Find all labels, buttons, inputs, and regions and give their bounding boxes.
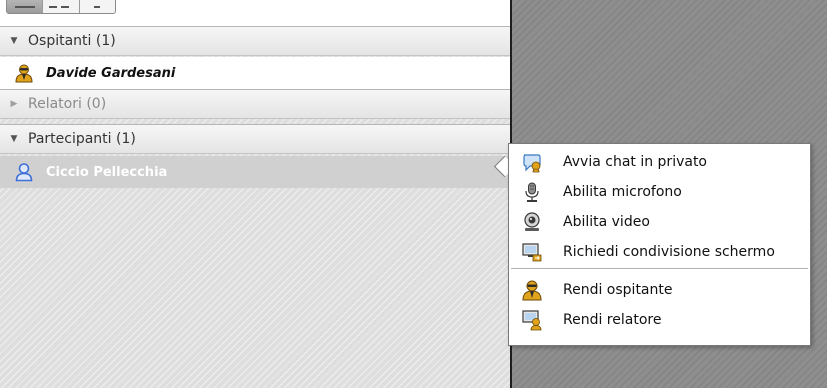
participant-user-icon: [15, 163, 33, 182]
group-label-presenters: Relatori (0): [28, 96, 107, 112]
user-name: Ciccio Pellecchia: [46, 164, 168, 180]
context-menu: Avvia chat in privato Abilita microfono …: [508, 143, 811, 346]
menu-item-label: Rendi relatore: [563, 312, 662, 328]
menu-item-label: Rendi ospitante: [563, 282, 673, 298]
group-header-hosts[interactable]: ▼ Ospitanti (1): [0, 26, 510, 56]
menu-item-label: Abilita video: [563, 214, 650, 230]
menu-item-make-host[interactable]: Rendi ospitante: [509, 275, 810, 305]
menu-item-label: Avvia chat in privato: [563, 154, 707, 170]
expand-triangle-icon[interactable]: ▼: [0, 36, 28, 46]
presenter-icon: [522, 310, 542, 331]
view-toggle: [6, 0, 116, 14]
menu-item-make-presenter[interactable]: Rendi relatore: [509, 305, 810, 335]
chat-bubble-icon: [523, 154, 541, 173]
group-label-hosts: Ospitanti (1): [28, 33, 116, 49]
host-user-icon: [15, 64, 33, 83]
host-user-icon: [522, 280, 542, 301]
microphone-icon: [525, 182, 539, 202]
view-list-button[interactable]: [7, 0, 44, 13]
webcam-icon: [524, 212, 540, 231]
group-label-participants: Partecipanti (1): [28, 131, 136, 147]
menu-item-enable-microphone[interactable]: Abilita microfono: [509, 177, 810, 207]
collapse-triangle-icon[interactable]: ▶: [0, 99, 28, 109]
user-name: Davide Gardesani: [46, 65, 176, 81]
view-single-button[interactable]: [80, 0, 115, 13]
menu-item-label: Abilita microfono: [563, 184, 682, 200]
expand-triangle-icon[interactable]: ▼: [0, 134, 28, 144]
menu-item-private-chat[interactable]: Avvia chat in privato: [509, 147, 810, 177]
screen-share-icon: [522, 243, 542, 262]
view-grid-button[interactable]: [43, 0, 80, 13]
menu-item-label: Richiedi condivisione schermo: [563, 244, 775, 260]
view-toolbar: [0, 0, 510, 26]
menu-item-request-screen-share[interactable]: Richiedi condivisione schermo: [509, 237, 810, 267]
menu-item-enable-video[interactable]: Abilita video: [509, 207, 810, 237]
menu-separator: [511, 268, 808, 269]
list-item-participant[interactable]: Ciccio Pellecchia: [0, 156, 510, 188]
list-item-host[interactable]: Davide Gardesani: [0, 57, 510, 89]
group-header-presenters[interactable]: ▶ Relatori (0): [0, 89, 510, 119]
group-header-participants[interactable]: ▼ Partecipanti (1): [0, 124, 510, 154]
